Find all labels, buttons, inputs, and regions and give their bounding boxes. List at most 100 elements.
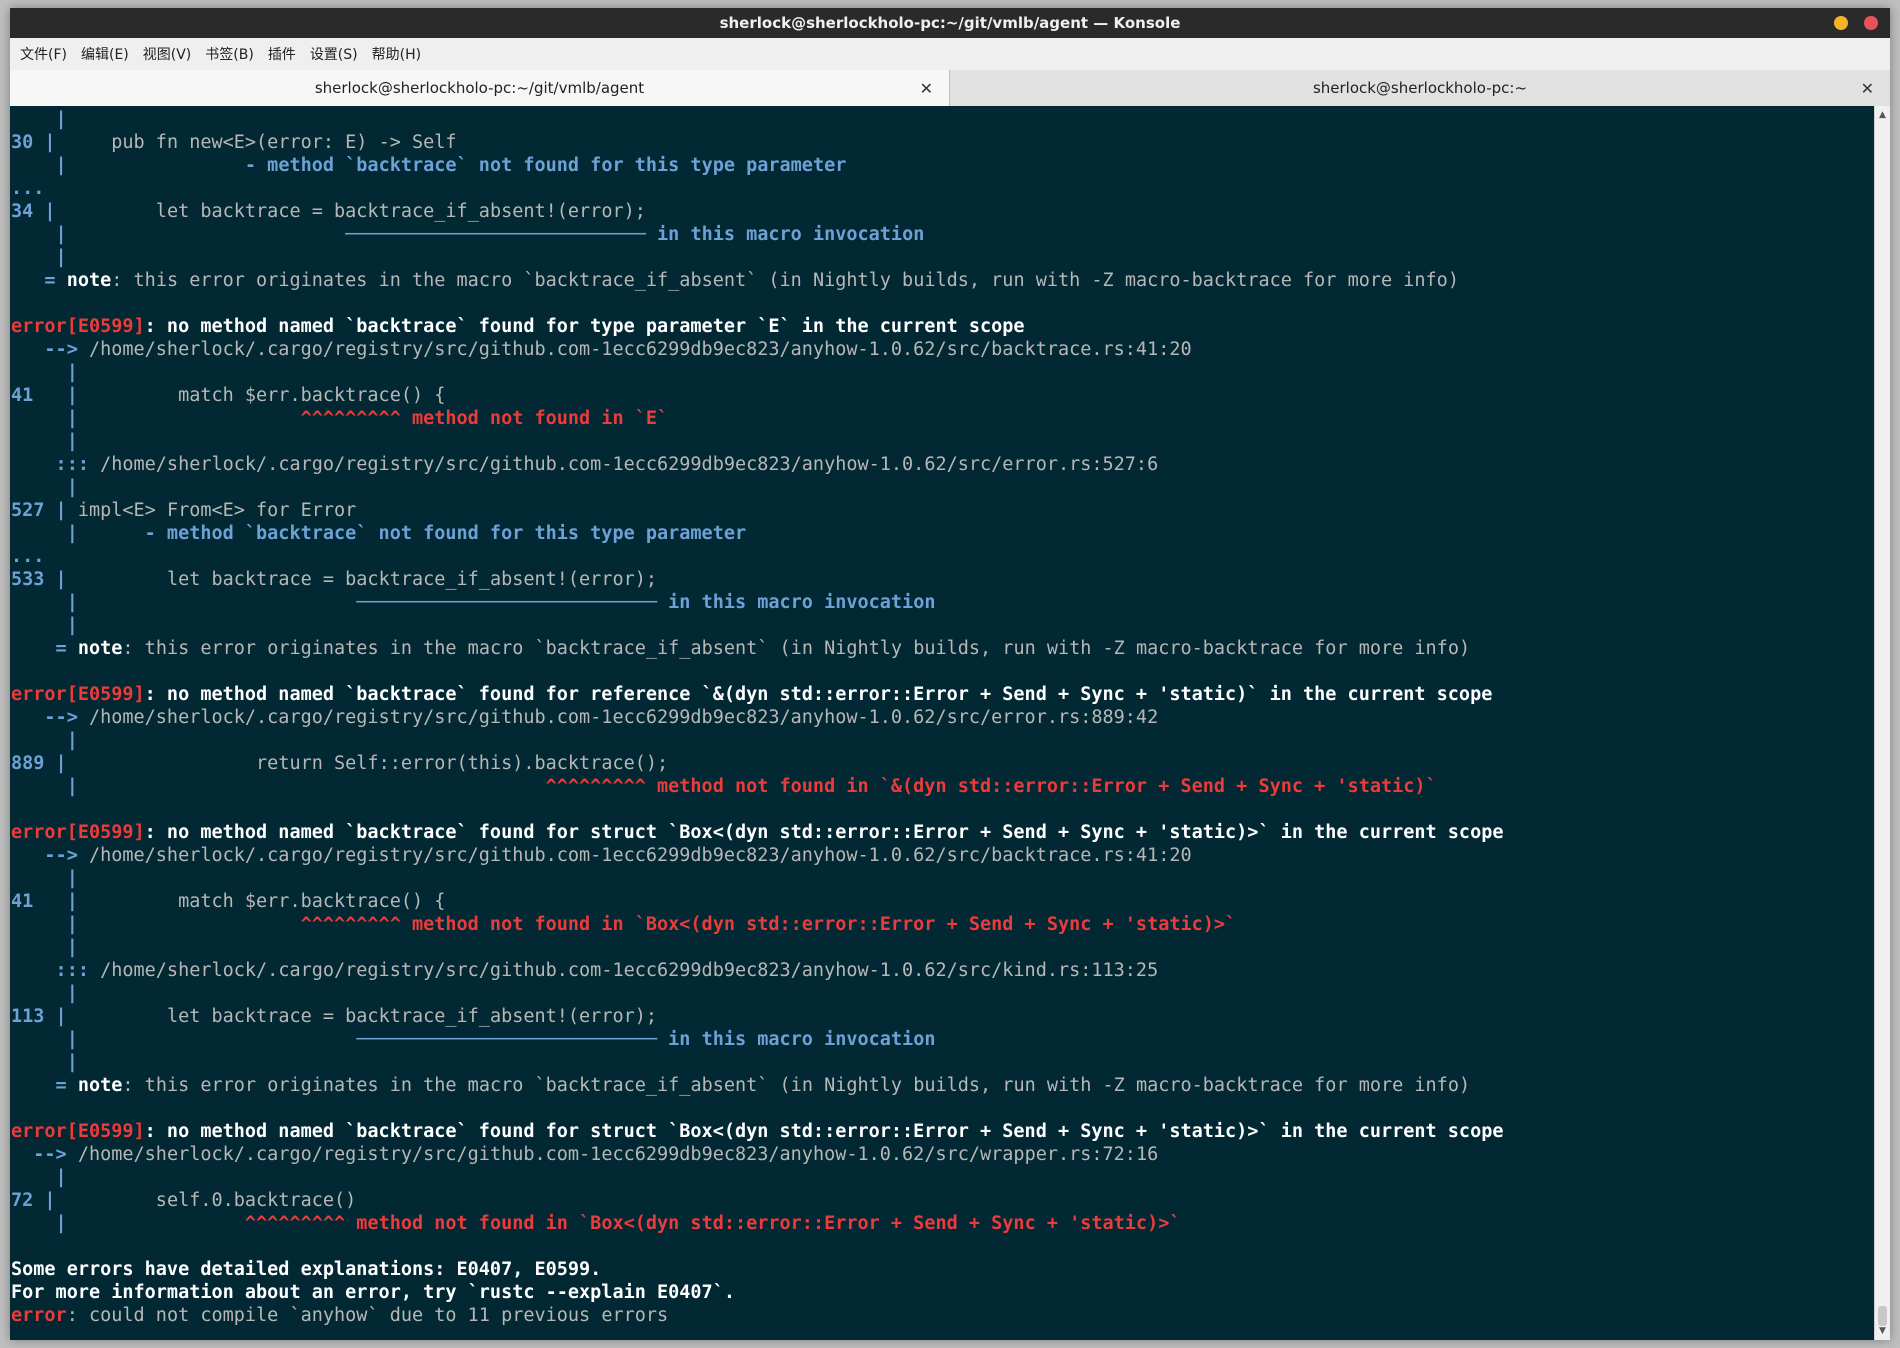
terminal-text: /home/sherlock/.cargo/registry/src/githu… <box>77 707 1159 728</box>
terminal-text: 72 | <box>11 1190 56 1211</box>
terminal-text: in this macro invocation <box>657 592 936 613</box>
menu-file[interactable]: 文件(F) <box>20 44 67 64</box>
terminal-line: | <box>11 361 1874 384</box>
terminal-line: error: could not compile `anyhow` due to… <box>11 1304 1874 1327</box>
terminal-text: let backtrace = backtrace_if_absent!(err… <box>55 201 646 222</box>
tab-agent[interactable]: sherlock@sherlockholo-pc:~/git/vmlb/agen… <box>10 70 950 106</box>
terminal-text: 41 | <box>11 891 78 912</box>
terminal-text: error[E0599] <box>11 316 145 337</box>
terminal-text: let backtrace = backtrace_if_absent!(err… <box>66 569 658 590</box>
menu-bookmarks[interactable]: 书签(B) <box>205 44 254 64</box>
terminal-text: : could not compile `anyhow` due to 11 p… <box>66 1305 669 1326</box>
terminal-text: error[E0599] <box>11 1121 145 1142</box>
terminal-text: note <box>66 638 123 659</box>
terminal-text: ─────────────────────────── <box>66 224 646 245</box>
terminal-text: | <box>11 523 78 544</box>
terminal-text: 41 | <box>11 385 78 406</box>
terminal-line: ::: /home/sherlock/.cargo/registry/src/g… <box>11 453 1874 476</box>
terminal-text: | <box>11 109 67 130</box>
terminal-line: | ^^^^^^^^^ method not found in `&(dyn s… <box>11 775 1874 798</box>
terminal-text: | <box>11 868 78 889</box>
tab-home-label: sherlock@sherlockholo-pc:~ <box>1312 79 1528 97</box>
terminal-text: pub fn new<E>(error: E) -> Self <box>55 132 457 153</box>
tab-bar: sherlock@sherlockholo-pc:~/git/vmlb/agen… <box>10 70 1890 106</box>
terminal-text: | <box>11 1213 67 1234</box>
terminal-text: note <box>66 1075 123 1096</box>
terminal-line: | ─────────────────────────── in this ma… <box>11 1028 1874 1051</box>
terminal-text: | <box>11 1052 78 1073</box>
terminal-text: | <box>11 937 78 958</box>
terminal-line: | <box>11 108 1874 131</box>
terminal-line: 34 | let backtrace = backtrace_if_absent… <box>11 200 1874 223</box>
terminal-line: | <box>11 1166 1874 1189</box>
terminal-text: For more information about an error, try… <box>11 1282 735 1303</box>
terminal-line: | <box>11 476 1874 499</box>
terminal-text: --> <box>11 339 78 360</box>
menu-view[interactable]: 视图(V) <box>143 44 192 64</box>
menu-settings[interactable]: 设置(S) <box>310 44 358 64</box>
menu-edit[interactable]: 编辑(E) <box>81 44 129 64</box>
terminal-text: ^^^^^^^^^ method not found in `Box<(dyn … <box>77 914 1237 935</box>
terminal-text: --> <box>11 707 78 728</box>
terminal-scrollbar[interactable]: ▲ ▼ <box>1874 106 1890 1340</box>
terminal-text: ::: <box>11 960 89 981</box>
terminal-text: 113 | <box>11 1006 67 1027</box>
terminal-text: - method `backtrace` not found for this … <box>66 155 847 176</box>
terminal-output[interactable]: | 30 | pub fn new<E>(error: E) -> Self | … <box>10 106 1874 1340</box>
menu-help[interactable]: 帮助(H) <box>372 44 421 64</box>
terminal-text: match $err.backtrace() { <box>77 385 446 406</box>
terminal-line: = note: this error originates in the mac… <box>11 269 1874 292</box>
terminal-text: error <box>11 1305 67 1326</box>
tab-home[interactable]: sherlock@sherlockholo-pc:~ ✕ <box>950 70 1890 106</box>
terminal-text: - method `backtrace` not found for this … <box>77 523 747 544</box>
terminal-text: = <box>11 1075 67 1096</box>
terminal-line: --> /home/sherlock/.cargo/registry/src/g… <box>11 338 1874 361</box>
terminal-line: --> /home/sherlock/.cargo/registry/src/g… <box>11 1143 1874 1166</box>
terminal-text: --> <box>11 845 78 866</box>
terminal-text: 889 | <box>11 753 67 774</box>
terminal-text: ^^^^^^^^^ method not found in `&(dyn std… <box>77 776 1437 797</box>
terminal-text: | <box>11 247 67 268</box>
terminal-text: in this macro invocation <box>645 224 925 245</box>
close-window-button[interactable] <box>1864 16 1878 30</box>
tab-agent-label: sherlock@sherlockholo-pc:~/git/vmlb/agen… <box>314 79 645 97</box>
terminal-line: | <box>11 614 1874 637</box>
terminal-text: | <box>11 1167 67 1188</box>
scroll-up-icon[interactable]: ▲ <box>1875 108 1890 122</box>
terminal-text: let backtrace = backtrace_if_absent!(err… <box>66 1006 658 1027</box>
terminal-text: | <box>11 615 78 636</box>
terminal-text: | <box>11 408 78 429</box>
terminal-text: return Self::error(this).backtrace(); <box>66 753 669 774</box>
terminal-text: ^^^^^^^^^ method not found in `Box<(dyn … <box>66 1213 1181 1234</box>
minimize-button[interactable] <box>1834 16 1848 30</box>
terminal-text: 533 | <box>11 569 67 590</box>
terminal-text: --> <box>11 1144 67 1165</box>
terminal-text: error[E0599] <box>11 822 145 843</box>
menu-plugins[interactable]: 插件 <box>268 44 296 64</box>
terminal-text: | <box>11 431 78 452</box>
terminal-text: = <box>11 270 56 291</box>
terminal-text: | <box>11 730 78 751</box>
terminal-line: | <box>11 246 1874 269</box>
terminal-line: 527 | impl<E> From<E> for Error <box>11 499 1874 522</box>
terminal-text: ... <box>11 178 45 199</box>
terminal-text: 527 | <box>11 500 67 521</box>
scrollbar-thumb[interactable] <box>1878 1306 1887 1326</box>
terminal-text: self.0.backtrace() <box>55 1190 357 1211</box>
tab-agent-close-icon[interactable]: ✕ <box>920 79 933 98</box>
title-bar[interactable]: sherlock@sherlockholo-pc:~/git/vmlb/agen… <box>10 8 1890 38</box>
terminal-line: | <box>11 982 1874 1005</box>
scroll-down-icon[interactable]: ▼ <box>1875 1324 1890 1338</box>
terminal-line: ::: /home/sherlock/.cargo/registry/src/g… <box>11 959 1874 982</box>
terminal-text: | <box>11 592 78 613</box>
terminal-text: : this error originates in the macro `ba… <box>122 1075 1471 1096</box>
terminal-text: : no method named `backtrace` found for … <box>144 684 1493 705</box>
terminal-text: : no method named `backtrace` found for … <box>144 1121 1504 1142</box>
tab-home-close-icon[interactable]: ✕ <box>1861 79 1874 98</box>
terminal-text: Some errors have detailed explanations: … <box>11 1259 602 1280</box>
terminal-line: | ^^^^^^^^^ method not found in `Box<(dy… <box>11 1212 1874 1235</box>
terminal-text: | <box>11 224 67 245</box>
terminal-line: ... <box>11 545 1874 568</box>
